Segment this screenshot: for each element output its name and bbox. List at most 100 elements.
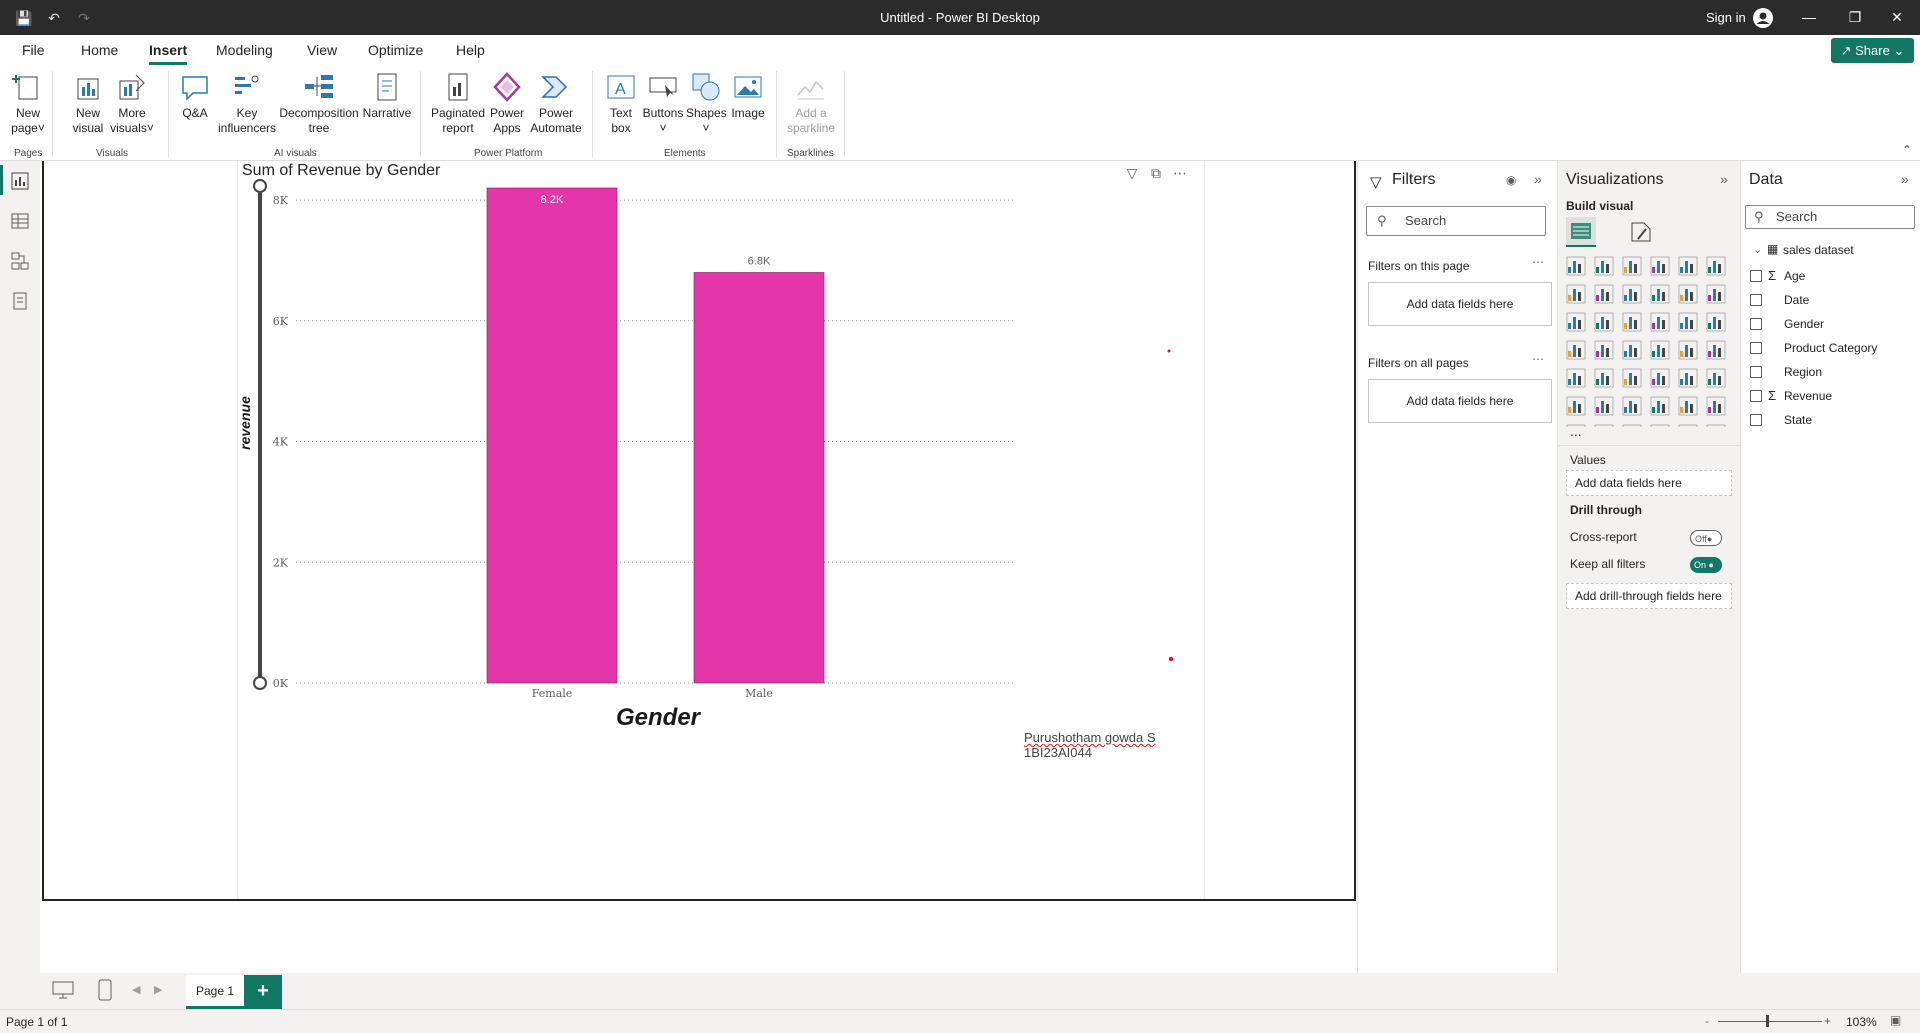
shapes-button[interactable]: Shapes ˅ bbox=[686, 71, 727, 136]
power-automate-button[interactable]: Power Automate bbox=[530, 71, 582, 136]
tab-insert[interactable]: Insert bbox=[149, 42, 188, 65]
field-region[interactable]: Region bbox=[1750, 362, 1822, 382]
zoom-level[interactable]: 103% bbox=[1846, 1015, 1877, 1029]
collapse-ribbon-icon[interactable]: ⌃ bbox=[1902, 143, 1912, 157]
filters-search-input[interactable]: ⚲ Search bbox=[1366, 206, 1546, 236]
qa-viz-icon[interactable] bbox=[1650, 396, 1670, 416]
tab-modeling[interactable]: Modeling bbox=[216, 42, 273, 58]
line-stacked-column-icon[interactable] bbox=[1650, 284, 1670, 304]
field-checkbox[interactable] bbox=[1750, 294, 1762, 306]
multi-row-card-icon[interactable] bbox=[1566, 368, 1586, 388]
decomposition-tree-button[interactable]: Decomposition tree bbox=[278, 71, 360, 136]
add-sparkline-button[interactable]: Add a sparkline bbox=[784, 71, 838, 136]
zoom-in-icon[interactable]: + bbox=[1824, 1014, 1831, 1028]
narrative-button[interactable]: Narrative bbox=[360, 71, 414, 121]
powerbi-viz-icon[interactable] bbox=[1706, 424, 1726, 427]
field-checkbox[interactable] bbox=[1750, 414, 1762, 426]
more-visuals-button[interactable]: More visuals˅ bbox=[108, 71, 156, 136]
fit-to-page-icon[interactable]: ▣ bbox=[1890, 1013, 1901, 1027]
slicer-icon[interactable] bbox=[1622, 368, 1642, 388]
field-age[interactable]: Σ Age bbox=[1750, 266, 1805, 286]
stacked-column-icon[interactable] bbox=[1594, 256, 1614, 276]
keep-all-filters-toggle[interactable]: On ● bbox=[1690, 557, 1722, 573]
format-visual-icon[interactable] bbox=[1628, 219, 1654, 245]
desktop-layout-icon[interactable] bbox=[52, 981, 74, 999]
power-automate-viz-icon[interactable] bbox=[1650, 424, 1670, 427]
card-icon[interactable] bbox=[1706, 340, 1726, 360]
clustered-bar-icon[interactable] bbox=[1622, 256, 1642, 276]
build-visual-tab[interactable] bbox=[1566, 217, 1596, 247]
field-date[interactable]: Date bbox=[1750, 290, 1809, 310]
table-view-icon[interactable] bbox=[10, 211, 30, 231]
report-view-icon[interactable] bbox=[10, 171, 30, 191]
line-icon[interactable] bbox=[1566, 284, 1586, 304]
collapse-data-icon[interactable]: » bbox=[1901, 171, 1909, 187]
metrics-icon[interactable] bbox=[1706, 396, 1726, 416]
filled-map-icon[interactable] bbox=[1650, 312, 1670, 332]
funnel-bar-icon[interactable] bbox=[1594, 312, 1614, 332]
ribbon-icon[interactable] bbox=[1706, 284, 1726, 304]
power-apps-viz-icon[interactable] bbox=[1594, 424, 1614, 427]
r-script-icon[interactable] bbox=[1706, 368, 1726, 388]
close-icon[interactable]: ✕ bbox=[1874, 0, 1920, 35]
cross-report-toggle[interactable]: Off● bbox=[1690, 530, 1722, 546]
tab-help[interactable]: Help bbox=[456, 42, 485, 58]
drill-through-drop[interactable]: Add drill-through fields here bbox=[1566, 583, 1732, 609]
field-revenue[interactable]: Σ Revenue bbox=[1750, 386, 1832, 406]
all-filters-more-icon[interactable]: ⋯ bbox=[1532, 352, 1544, 366]
matrix-icon[interactable] bbox=[1678, 368, 1698, 388]
100-bar-icon[interactable] bbox=[1678, 256, 1698, 276]
bar-chart-visual[interactable]: Sum of Revenue by Gender ▽ ⧉ ⋯ 0K 2K 4K 6K 8… bbox=[237, 161, 1205, 899]
treemap-icon[interactable] bbox=[1566, 340, 1586, 360]
data-search-input[interactable]: ⚲ Search bbox=[1745, 205, 1915, 229]
page-filters-drop[interactable]: Add data fields here bbox=[1368, 282, 1552, 326]
model-view-icon[interactable] bbox=[10, 251, 30, 271]
zoom-slider-thumb[interactable] bbox=[1766, 1015, 1769, 1027]
donut-icon[interactable] bbox=[1678, 424, 1698, 427]
field-gender[interactable]: Gender bbox=[1750, 314, 1824, 334]
field-checkbox[interactable] bbox=[1750, 366, 1762, 378]
next-page-icon[interactable]: ▶ bbox=[154, 983, 162, 996]
new-page-button[interactable]: New page˅ bbox=[8, 71, 48, 136]
collapse-viz-icon[interactable]: » bbox=[1720, 171, 1728, 187]
stacked-bar-icon[interactable] bbox=[1566, 256, 1586, 276]
paginated-report-button[interactable]: Paginated report bbox=[430, 71, 486, 136]
kpi-icon[interactable] bbox=[1594, 368, 1614, 388]
tab-optimize[interactable]: Optimize bbox=[368, 42, 423, 58]
field-checkbox[interactable] bbox=[1750, 318, 1762, 330]
scatter-icon[interactable] bbox=[1678, 312, 1698, 332]
100-column-icon[interactable] bbox=[1706, 256, 1726, 276]
field-checkbox[interactable] bbox=[1750, 390, 1762, 402]
account-icon[interactable] bbox=[1752, 7, 1774, 29]
python-icon[interactable] bbox=[1566, 396, 1586, 416]
eye-icon[interactable]: ◉ bbox=[1506, 173, 1516, 187]
dax-query-icon[interactable] bbox=[10, 291, 30, 311]
table-icon[interactable] bbox=[1650, 368, 1670, 388]
image-button[interactable]: Image bbox=[726, 71, 770, 121]
zoom-slider-track[interactable] bbox=[1718, 1021, 1822, 1022]
tab-home[interactable]: Home bbox=[81, 42, 118, 58]
all-pages-filters-drop[interactable]: Add data fields here bbox=[1368, 379, 1552, 423]
waterfall-icon[interactable] bbox=[1566, 312, 1586, 332]
author-textbox[interactable]: Purushotham gowda S 1BI23AI044 bbox=[1024, 730, 1156, 760]
globe-map-icon[interactable] bbox=[1594, 340, 1614, 360]
page-filters-more-icon[interactable]: ⋯ bbox=[1532, 255, 1544, 269]
shape-map-icon[interactable] bbox=[1622, 340, 1642, 360]
new-visual-button[interactable]: New visual bbox=[68, 71, 108, 136]
area-icon[interactable] bbox=[1594, 284, 1614, 304]
arcgis-icon[interactable] bbox=[1622, 424, 1642, 427]
sign-in-link[interactable]: Sign in bbox=[1706, 0, 1746, 35]
text-box-button[interactable]: A Text box bbox=[602, 71, 640, 136]
buttons-button[interactable]: Buttons ˅ bbox=[640, 71, 686, 136]
share-button[interactable]: ↗ Share ⌄ bbox=[1831, 38, 1914, 63]
azure-map-icon[interactable] bbox=[1650, 340, 1670, 360]
qa-button[interactable]: Q&A bbox=[176, 71, 214, 121]
power-apps-button[interactable]: Power Apps bbox=[486, 71, 528, 136]
mobile-layout-icon[interactable] bbox=[98, 979, 112, 1001]
more-visual-types[interactable]: ... bbox=[1570, 423, 1582, 439]
key-influencers-button[interactable]: Key influencers bbox=[215, 71, 279, 136]
gauge-icon[interactable] bbox=[1678, 340, 1698, 360]
add-page-button[interactable]: + bbox=[244, 975, 282, 1009]
tab-view[interactable]: View bbox=[307, 42, 337, 58]
map-icon[interactable] bbox=[1622, 312, 1642, 332]
